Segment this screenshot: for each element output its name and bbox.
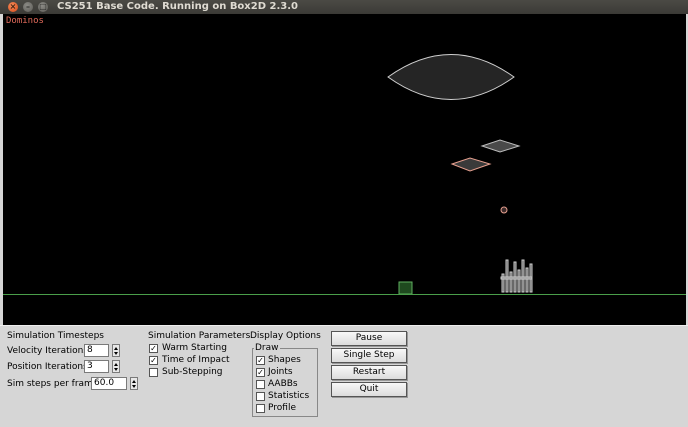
statistics-label: Statistics — [268, 391, 310, 401]
window-title-bar: × – □ CS251 Base Code. Running on Box2D … — [0, 0, 688, 14]
pink-diamond-plank — [450, 157, 492, 172]
check-icon: ✓ — [150, 356, 157, 365]
domino-cluster — [500, 259, 533, 293]
velocity-iterations-stepper[interactable] — [112, 344, 120, 357]
warm-starting-label: Warm Starting — [162, 343, 227, 353]
sub-stepping-label: Sub-Stepping — [162, 367, 223, 377]
sim-steps-input[interactable]: 60.0 — [91, 377, 127, 390]
time-of-impact-checkbox[interactable]: ✓ — [149, 356, 158, 365]
simulation-scene — [3, 54, 686, 295]
window-minimize-button[interactable]: – — [23, 2, 33, 12]
restart-button[interactable]: Restart — [331, 365, 407, 380]
check-icon: ✓ — [150, 344, 157, 353]
warm-starting-checkbox[interactable]: ✓ — [149, 344, 158, 353]
profile-label: Profile — [268, 403, 296, 413]
check-icon: ✓ — [257, 356, 264, 365]
position-iterations-label: Position Iterations — [7, 362, 88, 372]
quit-button[interactable]: Quit — [331, 382, 407, 397]
velocity-iterations-input[interactable]: 8 — [84, 344, 109, 357]
display-heading: Display Options — [250, 331, 321, 341]
green-box — [398, 281, 413, 295]
profile-checkbox[interactable] — [256, 404, 265, 413]
joints-checkbox[interactable]: ✓ — [256, 368, 265, 377]
minimize-icon: – — [26, 2, 30, 11]
lens-body — [387, 54, 515, 100]
sim-steps-label: Sim steps per frame — [7, 379, 99, 389]
timesteps-heading: Simulation Timesteps — [7, 331, 104, 341]
params-heading: Simulation Parameters — [148, 331, 251, 341]
shapes-checkbox[interactable]: ✓ — [256, 356, 265, 365]
shapes-label: Shapes — [268, 355, 301, 365]
single-step-button[interactable]: Single Step — [331, 348, 407, 363]
maximize-icon: □ — [39, 2, 47, 11]
control-panel: Simulation Timesteps Velocity Iterations… — [0, 325, 688, 427]
position-iterations-stepper[interactable] — [112, 360, 120, 373]
sim-steps-stepper[interactable] — [130, 377, 138, 390]
velocity-iterations-label: Velocity Iterations — [7, 346, 89, 356]
window-close-button[interactable]: × — [8, 2, 18, 12]
small-ball — [500, 206, 508, 214]
aabbs-checkbox[interactable] — [256, 380, 265, 389]
aabbs-label: AABBs — [268, 379, 298, 389]
joints-label: Joints — [268, 367, 293, 377]
draw-group-label: Draw — [254, 343, 280, 354]
close-icon: × — [9, 2, 17, 11]
time-of-impact-label: Time of Impact — [162, 355, 230, 365]
diamond-plank — [480, 139, 521, 153]
sub-stepping-checkbox[interactable] — [149, 368, 158, 377]
statistics-checkbox[interactable] — [256, 392, 265, 401]
position-iterations-input[interactable]: 3 — [84, 360, 109, 373]
simulation-canvas[interactable]: Dominos — [3, 14, 686, 325]
window-title: CS251 Base Code. Running on Box2D 2.3.0 — [57, 1, 298, 12]
window-maximize-button[interactable]: □ — [38, 2, 48, 12]
check-icon: ✓ — [257, 368, 264, 377]
pause-button[interactable]: Pause — [331, 331, 407, 346]
